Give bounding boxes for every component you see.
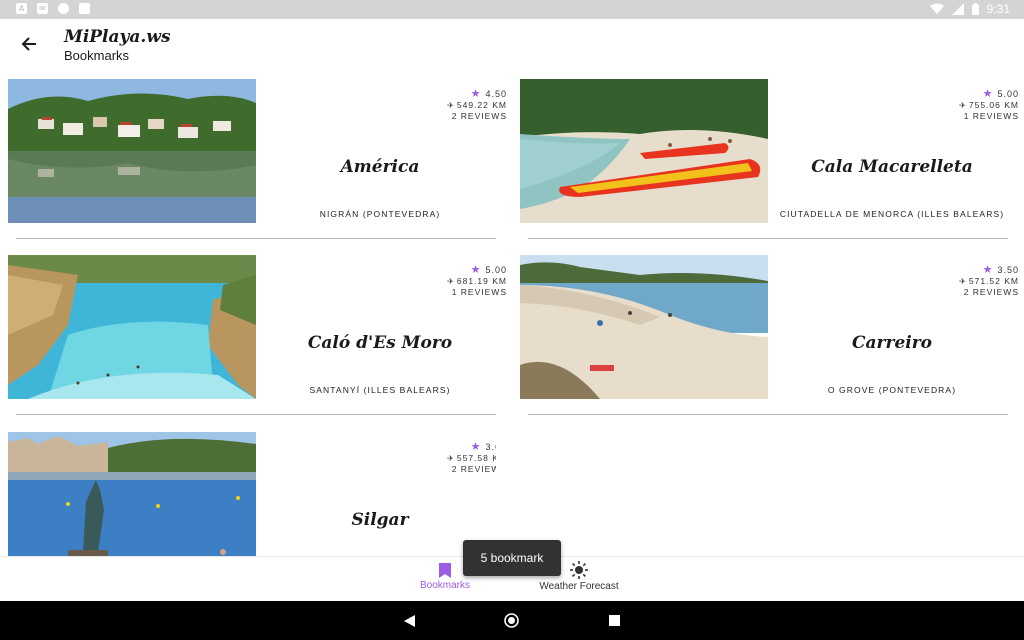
beach-name: Cala Macarelleta	[811, 157, 973, 177]
sd-card-icon	[79, 3, 90, 14]
beach-card-cala-macarelleta[interactable]: ★ 5.00 ✈ 755.06 KM 1 REVIEWS Cala Macarell…	[512, 79, 1018, 239]
card-divider	[16, 238, 496, 239]
star-icon: ★	[982, 88, 994, 100]
plane-icon: ✈	[959, 277, 967, 286]
beach-stats: ★ 3.50 ✈ 571.52 KM 2 REVIEWS	[959, 264, 1019, 298]
beach-reviews: 2 REVIEWS	[963, 287, 1019, 297]
page-subtitle: Bookmarks	[64, 48, 130, 63]
beach-name: Silgar	[351, 510, 409, 530]
app-bar: MiPlaya.ws Bookmarks	[0, 19, 1024, 71]
beach-card-calo-des-moro[interactable]: ★ 5.00 ✈ 681.19 KM 1 REVIEWS Caló d'Es Mor…	[0, 255, 506, 415]
mail-icon: ✉	[37, 3, 48, 14]
beach-reviews: 1 REVIEWS	[451, 287, 507, 297]
beach-card-carreiro[interactable]: ★ 3.50 ✈ 571.52 KM 2 REVIEWS Carreiro O GR…	[512, 255, 1018, 415]
beach-reviews: 1 REVIEWS	[963, 111, 1019, 121]
wifi-icon	[929, 3, 944, 14]
beach-location: NIGRÁN (PONTEVEDRA)	[319, 209, 441, 219]
beach-card-america[interactable]: ★ 4.50 ✈ 549.22 KM 2 REVIEWS América NIGRÁ…	[0, 79, 506, 239]
beach-distance: 755.06 KM	[968, 100, 1019, 110]
card-divider	[528, 414, 1008, 415]
beach-rating: 4.50	[485, 89, 507, 99]
system-recents-icon[interactable]	[609, 615, 620, 626]
beach-reviews: 2 REVIEWS	[451, 464, 496, 474]
star-icon: ★	[470, 441, 482, 453]
beach-photo	[520, 255, 768, 399]
notification-a-icon: A	[16, 3, 27, 14]
beach-photo	[8, 255, 256, 399]
plane-icon: ✈	[447, 101, 455, 110]
system-navigation-bar	[0, 601, 1024, 640]
nav-bookmarks-label: Bookmarks	[419, 580, 470, 591]
nav-weather-label: Weather Forecast	[539, 581, 619, 592]
plane-icon: ✈	[959, 101, 967, 110]
battery-icon	[971, 3, 979, 15]
card-divider	[16, 414, 496, 415]
beach-rating: 3.67	[485, 442, 496, 452]
beach-photo	[8, 79, 256, 223]
system-home-icon[interactable]	[504, 613, 519, 628]
status-time: 9:31	[986, 2, 1010, 16]
beach-info: ★ 5.00 ✈ 755.06 KM 1 REVIEWS Cala Macarell…	[768, 79, 1019, 223]
beach-info: ★ 3.50 ✈ 571.52 KM 2 REVIEWS Carreiro O GR…	[768, 255, 1019, 399]
status-bar: A ✉ 9:31	[0, 0, 1024, 19]
beach-photo	[8, 432, 256, 556]
beach-distance: 681.19 KM	[456, 276, 507, 286]
arrow-back-icon	[21, 37, 36, 51]
beach-rating: 3.50	[997, 265, 1019, 275]
beach-distance: 571.52 KM	[968, 276, 1019, 286]
plane-icon: ✈	[447, 454, 455, 463]
bookmark-icon	[439, 563, 451, 578]
beach-name: Caló d'Es Moro	[307, 333, 453, 353]
system-back-icon[interactable]	[404, 615, 415, 627]
snackbar: 5 bookmark	[463, 540, 561, 576]
sun-icon	[570, 561, 588, 579]
beach-card-silgar[interactable]: ★3.67 ✈557.58 KM 2 REVIEWS Silgar	[0, 432, 496, 556]
beach-info: ★3.67 ✈557.58 KM 2 REVIEWS Silgar	[256, 432, 496, 556]
app-title: MiPlaya.ws	[64, 27, 171, 47]
beach-name: Carreiro	[851, 333, 933, 353]
beach-info: ★ 5.00 ✈ 681.19 KM 1 REVIEWS Caló d'Es Mor…	[256, 255, 507, 399]
beach-location: CIUTADELLA DE MENORCA (ILLES BALEARS)	[779, 209, 1005, 219]
beach-stats: ★ 5.00 ✈ 681.19 KM 1 REVIEWS	[447, 264, 507, 298]
notification-icons: A ✉	[16, 3, 90, 14]
beach-info: ★ 4.50 ✈ 549.22 KM 2 REVIEWS América NIGRÁ…	[256, 79, 507, 223]
beach-rating: 5.00	[997, 89, 1019, 99]
beach-distance: 557.58 KM	[456, 453, 496, 463]
plane-icon: ✈	[447, 277, 455, 286]
beach-rating: 5.00	[485, 265, 507, 275]
star-icon: ★	[982, 264, 994, 276]
star-icon: ★	[470, 264, 482, 276]
back-button[interactable]	[16, 31, 42, 57]
card-divider	[528, 238, 1008, 239]
star-icon: ★	[470, 88, 482, 100]
system-icons: 9:31	[929, 2, 1010, 16]
beach-distance: 549.22 KM	[456, 100, 507, 110]
beach-location: SANTANYÍ (ILLES BALEARS)	[309, 385, 451, 395]
beach-photo	[520, 79, 768, 223]
beach-stats: ★3.67 ✈557.58 KM 2 REVIEWS	[447, 441, 496, 475]
beach-stats: ★ 4.50 ✈ 549.22 KM 2 REVIEWS	[447, 88, 507, 122]
beach-reviews: 2 REVIEWS	[451, 111, 507, 121]
beach-name: América	[340, 157, 420, 177]
beach-location: O GROVE (PONTEVEDRA)	[827, 385, 957, 395]
signal-icon	[951, 3, 964, 15]
sync-icon	[58, 3, 69, 14]
snackbar-text: 5 bookmark	[480, 551, 544, 565]
beach-stats: ★ 5.00 ✈ 755.06 KM 1 REVIEWS	[959, 88, 1019, 122]
